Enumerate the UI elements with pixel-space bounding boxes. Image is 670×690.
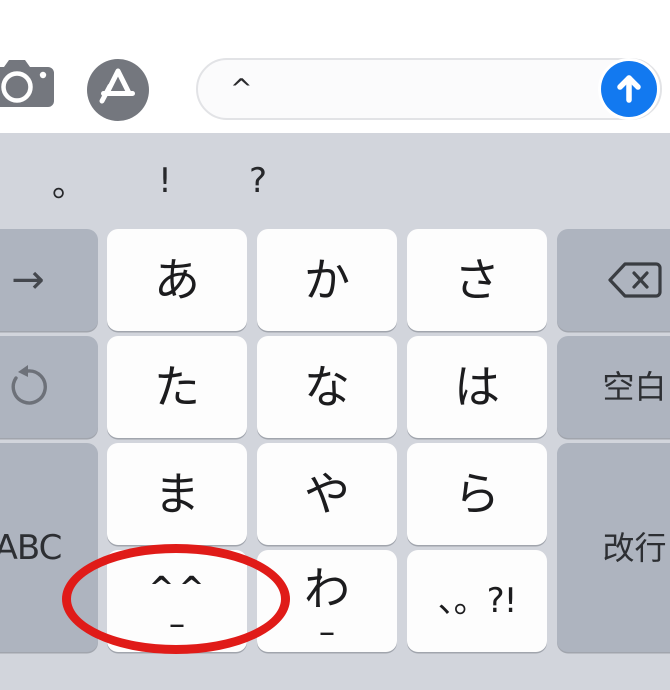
suggestion-exclamation[interactable]: !: [122, 133, 208, 229]
predictive-suggestion-bar: 。 ! ?: [0, 133, 670, 229]
message-input-field[interactable]: ^: [196, 58, 662, 120]
key-ma[interactable]: ま: [107, 443, 247, 545]
key-kaomoji-bottom: _: [170, 598, 184, 628]
message-input-value: ^: [230, 73, 253, 105]
key-ha[interactable]: は: [407, 336, 547, 438]
key-space[interactable]: 空白: [557, 336, 670, 438]
suggestion-kuten[interactable]: 。: [26, 133, 112, 229]
key-kaomoji[interactable]: ^^ _: [107, 550, 247, 652]
key-punctuation[interactable]: 、。?!: [407, 550, 547, 652]
arrow-up-icon: [617, 75, 641, 103]
suggestion-question[interactable]: ?: [215, 133, 301, 229]
send-button[interactable]: [601, 61, 657, 117]
app-store-icon[interactable]: [86, 56, 154, 124]
key-ya[interactable]: や: [257, 443, 397, 545]
imessage-compose-bar: ^: [0, 0, 670, 133]
key-ka[interactable]: か: [257, 229, 397, 331]
key-abc[interactable]: ABC: [0, 443, 98, 652]
key-delete[interactable]: [557, 229, 670, 331]
key-next-candidate[interactable]: →: [0, 229, 98, 331]
key-na[interactable]: な: [257, 336, 397, 438]
camera-icon[interactable]: [0, 54, 58, 110]
undo-arrow-icon: [11, 365, 47, 405]
key-grid: → あ か さ た な は 空白 ABC ま や ら 改行 ^^ _ わ _ 、…: [0, 229, 670, 690]
delete-backward-icon: [607, 262, 662, 298]
key-wa[interactable]: わ _: [257, 550, 397, 652]
key-return[interactable]: 改行: [557, 443, 670, 652]
screenshot-root: ^ 。 ! ? → あ か さ た な は 空白 ABC ま や ら 改行 ^^…: [0, 0, 670, 690]
key-ra[interactable]: ら: [407, 443, 547, 545]
key-sa[interactable]: さ: [407, 229, 547, 331]
key-wa-bottom: _: [320, 606, 334, 636]
key-ta[interactable]: た: [107, 336, 247, 438]
key-undo[interactable]: [0, 336, 98, 438]
japanese-kana-keyboard: 。 ! ? → あ か さ た な は 空白 ABC ま や ら 改行 ^^ _…: [0, 133, 670, 690]
key-a[interactable]: あ: [107, 229, 247, 331]
